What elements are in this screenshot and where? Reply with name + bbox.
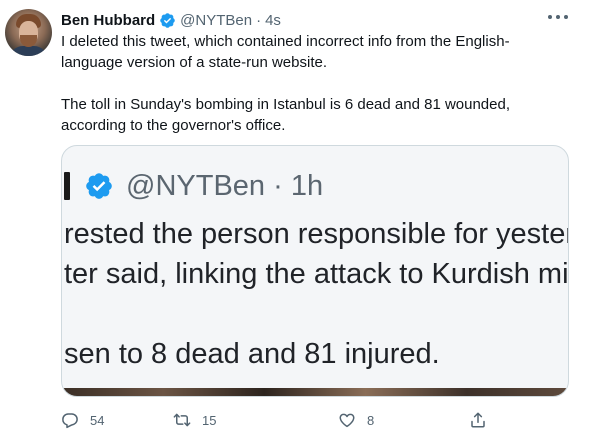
author-name[interactable]: Ben Hubbard xyxy=(61,12,155,29)
tweet-timestamp[interactable]: 4s xyxy=(265,12,281,29)
media-cropped-name-fragment xyxy=(64,172,70,200)
retweet-icon xyxy=(173,413,191,427)
tweet-actions: 54 15 8 xyxy=(61,405,571,435)
tweet-text: I deleted this tweet, which contained in… xyxy=(61,31,571,136)
share-icon xyxy=(471,412,485,428)
tweet[interactable]: Ben Hubbard @NYTBen · 4s I deleted this … xyxy=(0,0,591,440)
media-text-lines: rested the person responsible for yester… xyxy=(64,214,569,294)
media-handle: @NYTBen · 1h xyxy=(126,169,324,202)
separator-dot: · xyxy=(256,11,262,29)
reply-icon xyxy=(62,413,78,429)
share-button[interactable] xyxy=(469,405,487,435)
avatar[interactable] xyxy=(5,9,52,56)
media-text-line-1: rested the person responsible for yester xyxy=(64,218,569,250)
tweet-text-paragraph-1: I deleted this tweet, which contained in… xyxy=(61,33,510,71)
media-text-line-2: ter said, linking the attack to Kurdish … xyxy=(64,258,569,290)
media-screenshot-header: @NYTBen · 1h xyxy=(62,166,323,206)
media-verified-badge-icon xyxy=(86,173,112,199)
like-count: 8 xyxy=(367,412,375,428)
reply-count: 54 xyxy=(90,412,105,428)
heart-icon xyxy=(339,413,355,428)
reply-button[interactable]: 54 xyxy=(61,405,104,435)
tweet-header: Ben Hubbard @NYTBen · 4s xyxy=(61,10,281,30)
verified-badge-icon xyxy=(160,12,175,28)
like-button[interactable]: 8 xyxy=(338,405,374,435)
media-photo-strip xyxy=(62,388,568,396)
retweet-count: 15 xyxy=(202,412,217,428)
media-text-line-3: sen to 8 dead and 81 injured. xyxy=(64,338,440,370)
more-options-icon[interactable] xyxy=(548,10,568,24)
tweet-text-paragraph-2: The toll in Sunday's bombing in Istanbul… xyxy=(61,96,511,134)
author-handle[interactable]: @NYTBen xyxy=(180,12,252,29)
retweet-button[interactable]: 15 xyxy=(173,405,216,435)
tweet-media-image[interactable]: @NYTBen · 1h rested the person responsib… xyxy=(61,145,569,397)
